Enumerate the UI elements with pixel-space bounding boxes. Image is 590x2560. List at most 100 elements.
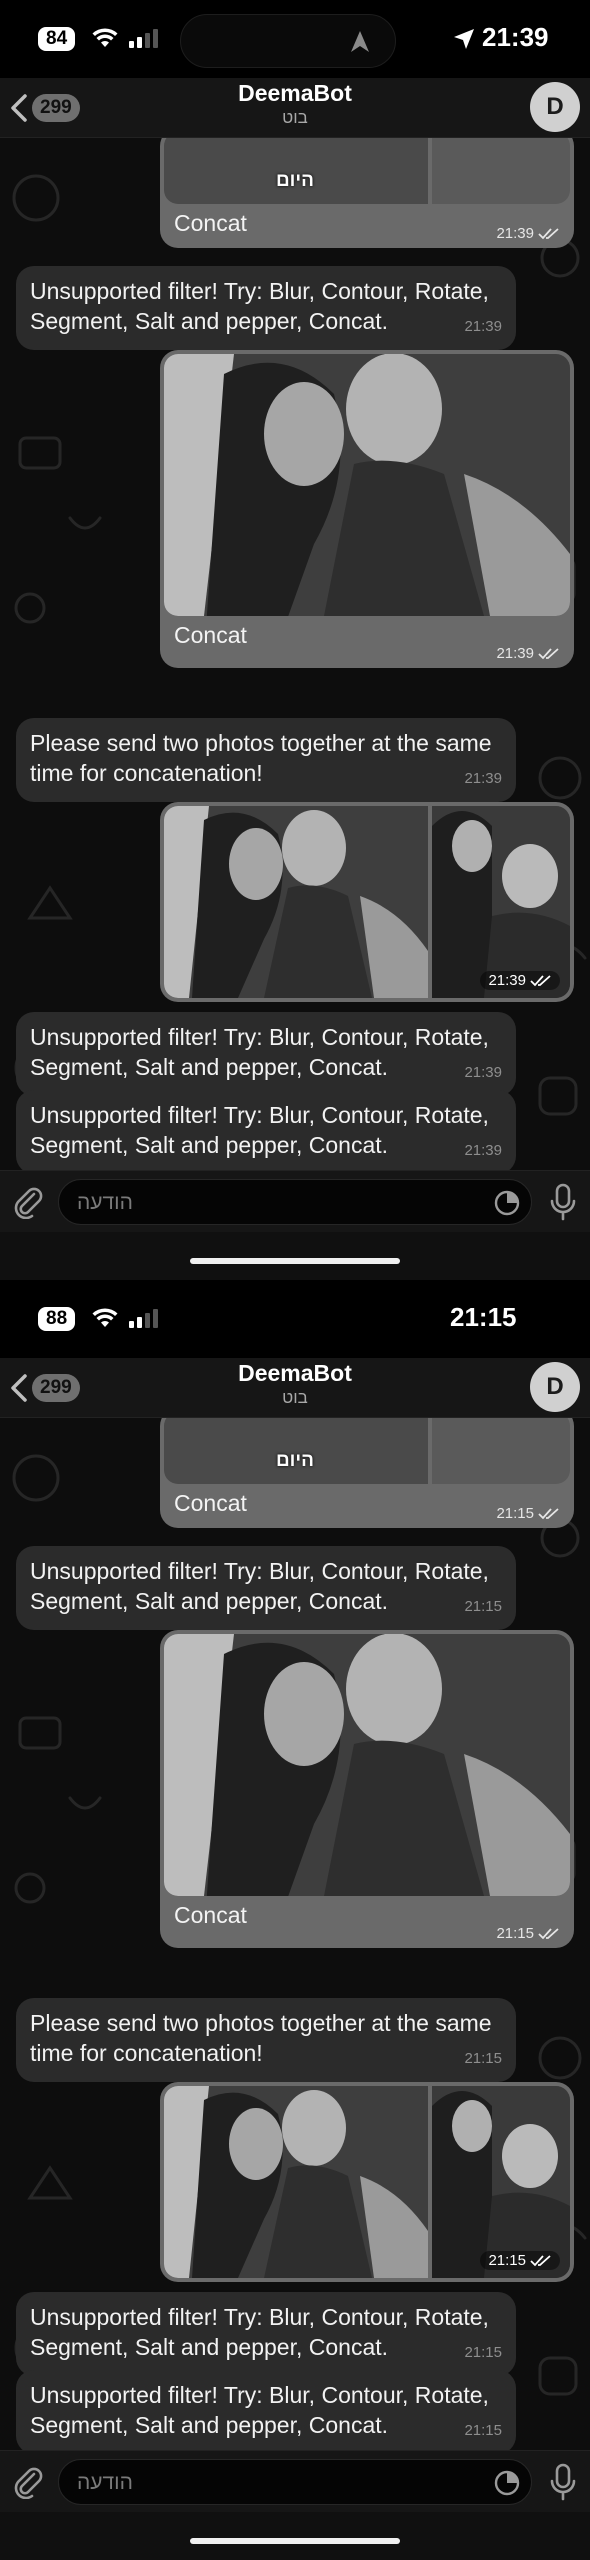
day-label: היום	[276, 170, 314, 191]
avatar[interactable]: D	[530, 82, 580, 132]
chat-header: 299 DeemaBot בוט D	[0, 1358, 590, 1418]
message-text: Unsupported filter! Try: Blur, Contour, …	[30, 1102, 489, 1158]
incoming-message: Unsupported filter! Try: Blur, Contour, …	[16, 1546, 516, 1630]
photo-caption: Concat	[174, 1902, 247, 1928]
time-text: 21:39	[488, 972, 526, 989]
message-time: 21:15	[464, 2422, 502, 2439]
photo[interactable]	[164, 354, 570, 616]
signal-icon	[129, 1309, 158, 1328]
sticker-icon[interactable]	[493, 1189, 521, 1217]
time-text: 21:15	[496, 1505, 534, 1522]
read-checkmarks-icon	[530, 974, 551, 986]
incoming-message: Unsupported filter! Try: Blur, Contour, …	[16, 2370, 516, 2450]
concat-photo-grid[interactable]: היום	[164, 1418, 570, 1484]
time-text: 21:15	[496, 1925, 534, 1942]
outgoing-photo-message[interactable]: 21:15	[160, 2082, 574, 2282]
message-time: 21:15	[464, 1598, 502, 1615]
read-checkmarks-icon	[538, 1507, 559, 1519]
time-text: 21:15	[488, 2252, 526, 2269]
status-time: 21:15	[450, 1302, 517, 1332]
chat-header: 299 DeemaBot בוט D	[0, 78, 590, 138]
photo-left[interactable]: היום	[164, 1418, 428, 1484]
wifi-icon	[92, 1308, 118, 1327]
read-checkmarks-icon	[538, 227, 559, 239]
chat-subtitle: בוט	[282, 108, 308, 127]
message-placeholder: הודעה	[77, 1191, 133, 1214]
photo-left[interactable]: היום	[164, 138, 428, 204]
message-text: Unsupported filter! Try: Blur, Contour, …	[30, 278, 489, 334]
time-text: 21:39	[496, 225, 534, 242]
photo-right[interactable]	[432, 138, 570, 204]
status-bar: 84 21:39	[0, 0, 590, 78]
microphone-icon[interactable]	[550, 2463, 576, 2501]
status-time: 21:39	[482, 22, 549, 52]
chat-screen-2: 88 21:15 299 DeemaBot בוט D היום Concat …	[0, 1280, 590, 2560]
paperclip-icon[interactable]	[12, 1185, 44, 1219]
message-text: Unsupported filter! Try: Blur, Contour, …	[30, 2304, 489, 2360]
concat-photo-grid[interactable]: היום	[164, 138, 570, 204]
message-time: 21:15	[480, 2251, 560, 2270]
time-text: 21:39	[496, 645, 534, 662]
incoming-message: Unsupported filter! Try: Blur, Contour, …	[16, 266, 516, 350]
outgoing-photo-message[interactable]: 21:39	[160, 802, 574, 1002]
chat-screen-1: 84 21:39 299 DeemaBot בוט D היום Concat …	[0, 0, 590, 1280]
photo-right[interactable]	[432, 806, 570, 998]
battery-indicator: 84	[38, 27, 76, 51]
composer-bar: הודעה	[0, 1170, 590, 1232]
navigation-arrow-icon	[351, 31, 369, 52]
message-text: Please send two photos together at the s…	[30, 2010, 492, 2066]
photo-left[interactable]	[164, 806, 428, 998]
message-placeholder: הודעה	[77, 2471, 133, 2494]
composer-bar: הודעה	[0, 2450, 590, 2512]
home-indicator[interactable]	[190, 2538, 400, 2544]
message-time: 21:39	[480, 971, 560, 990]
microphone-icon[interactable]	[550, 1183, 576, 1221]
selfie-photo	[164, 354, 570, 616]
message-input[interactable]: הודעה	[58, 2459, 532, 2505]
message-time: 21:15	[496, 1925, 560, 1942]
home-indicator[interactable]	[190, 1258, 400, 1264]
incoming-message: Please send two photos together at the s…	[16, 718, 516, 802]
status-bar: 88 21:15	[0, 1280, 590, 1358]
message-list[interactable]: היום Concat 21:15 Unsupported filter! Tr…	[0, 1418, 590, 2450]
photo-left[interactable]	[164, 2086, 428, 2278]
outgoing-photo-message[interactable]: היום Concat 21:39	[160, 138, 574, 248]
message-text: Unsupported filter! Try: Blur, Contour, …	[30, 1558, 489, 1614]
avatar[interactable]: D	[530, 1362, 580, 1412]
incoming-message: Unsupported filter! Try: Blur, Contour, …	[16, 2292, 516, 2376]
paperclip-icon[interactable]	[12, 2465, 44, 2499]
outgoing-photo-message[interactable]: Concat 21:39	[160, 350, 574, 668]
photo-caption: Concat	[174, 210, 247, 236]
message-time: 21:15	[464, 2050, 502, 2067]
incoming-message: Please send two photos together at the s…	[16, 1998, 516, 2082]
concat-photo-grid[interactable]: 21:39	[164, 806, 570, 998]
chat-title[interactable]: DeemaBot	[0, 80, 590, 107]
photo-caption: Concat	[174, 1490, 247, 1516]
photo-right[interactable]	[432, 1418, 570, 1484]
outgoing-photo-message[interactable]: היום Concat 21:15	[160, 1418, 574, 1528]
read-checkmarks-icon	[530, 2254, 551, 2266]
message-time: 21:15	[464, 2344, 502, 2361]
concat-photo-grid[interactable]: 21:15	[164, 2086, 570, 2278]
message-list[interactable]: היום Concat 21:39 Unsupported filter! Tr…	[0, 138, 590, 1170]
photo-right[interactable]	[432, 2086, 570, 2278]
selfie-photo	[164, 1634, 570, 1896]
chat-title[interactable]: DeemaBot	[0, 1360, 590, 1387]
photo[interactable]	[164, 1634, 570, 1896]
message-text: Unsupported filter! Try: Blur, Contour, …	[30, 1024, 489, 1080]
signal-icon	[129, 29, 158, 48]
message-time: 21:39	[496, 645, 560, 662]
outgoing-photo-message[interactable]: Concat 21:15	[160, 1630, 574, 1948]
message-input[interactable]: הודעה	[58, 1179, 532, 1225]
message-time: 21:39	[464, 1064, 502, 1081]
wifi-icon	[92, 28, 118, 47]
message-time: 21:39	[496, 225, 560, 242]
message-time: 21:39	[464, 318, 502, 335]
battery-indicator: 88	[38, 1307, 76, 1331]
incoming-message: Unsupported filter! Try: Blur, Contour, …	[16, 1012, 516, 1096]
photo-caption: Concat	[174, 622, 247, 648]
sticker-icon[interactable]	[493, 2469, 521, 2497]
incoming-message: Unsupported filter! Try: Blur, Contour, …	[16, 1090, 516, 1170]
dynamic-island	[180, 14, 396, 68]
chat-subtitle: בוט	[282, 1388, 308, 1407]
